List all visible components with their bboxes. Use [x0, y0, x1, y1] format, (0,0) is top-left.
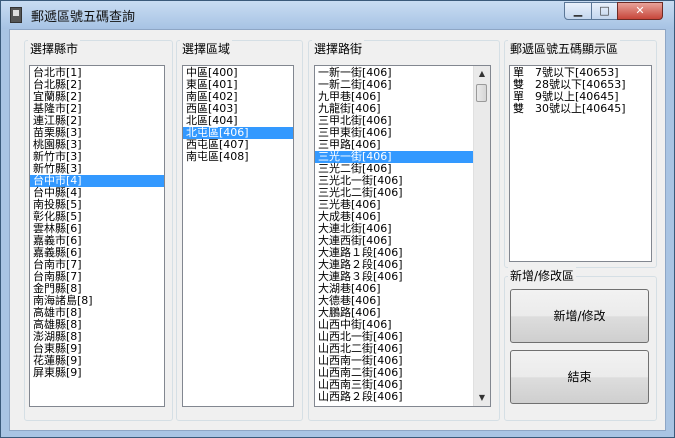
result-group-label: 郵遞區號五碼顯示區 [508, 40, 621, 57]
exit-button[interactable]: 結束 [510, 350, 649, 404]
add-edit-button[interactable]: 新增/修改 [510, 289, 649, 343]
edit-group: 新增/修改區 新增/修改 結束 [504, 267, 657, 421]
road-listbox[interactable]: 一新一街[406] 一新二街[406] 九甲巷[406] 九龍街[406] 三甲北街[4… [314, 65, 491, 407]
app-icon [10, 7, 22, 23]
result-textbox[interactable]: 單 7號以下[40653] 雙 28號以下[40653] 單 9號以上[40645]… [509, 65, 652, 262]
road-scrollbar[interactable]: ▲ ▼ [473, 66, 490, 406]
client-area: 選擇縣市 台北市[1] 台北縣[2] 宜蘭縣[2] 基隆市[2] 連江縣[2] 苗栗縣[3… [9, 29, 666, 431]
county-listbox[interactable]: 台北市[1] 台北縣[2] 宜蘭縣[2] 基隆市[2] 連江縣[2] 苗栗縣[3] 桃園縣[… [29, 65, 165, 407]
window-title: 郵遞區號五碼查詢 [31, 10, 136, 25]
close-button[interactable]: ✕ [617, 2, 663, 20]
district-listbox[interactable]: 中區[400] 東區[401] 南區[402] 西區[403] 北區[404] 北屯區[4… [182, 65, 294, 407]
minimize-button[interactable]: ▁ [564, 2, 592, 20]
county-group: 選擇縣市 台北市[1] 台北縣[2] 宜蘭縣[2] 基隆市[2] 連江縣[2] 苗栗縣[3… [24, 40, 173, 421]
county-list-item[interactable]: 屏東縣[9] [30, 367, 164, 379]
county-group-label: 選擇縣市 [28, 40, 81, 57]
road-group: 選擇路街 一新一街[406] 一新二街[406] 九甲巷[406] 九龍街[406] 三… [308, 40, 500, 421]
result-line: 雙 30號以上[40645] [513, 102, 626, 115]
road-group-label: 選擇路街 [312, 40, 365, 57]
district-list-item[interactable]: 南屯區[408] [183, 151, 293, 163]
district-group: 選擇區域 中區[400] 東區[401] 南區[402] 西區[403] 北區[404]… [176, 40, 303, 421]
scroll-down-arrow-icon[interactable]: ▼ [474, 390, 490, 406]
district-group-label: 選擇區域 [180, 40, 233, 57]
app-window: 郵遞區號五碼查詢 ▁ □ ✕ 選擇縣市 台北市[1] 台北縣[2] 宜蘭縣[2] 基隆… [0, 0, 675, 438]
edit-group-label: 新增/修改區 [508, 267, 577, 284]
result-group: 郵遞區號五碼顯示區 單 7號以下[40653] 雙 28號以下[40653] 單 9… [504, 40, 657, 268]
scroll-thumb[interactable] [476, 84, 487, 102]
scroll-up-arrow-icon[interactable]: ▲ [474, 66, 490, 82]
maximize-button[interactable]: □ [591, 2, 618, 20]
title-bar[interactable]: 郵遞區號五碼查詢 ▁ □ ✕ [1, 1, 674, 29]
road-list-item[interactable]: 山西路２段[406] [315, 391, 474, 403]
